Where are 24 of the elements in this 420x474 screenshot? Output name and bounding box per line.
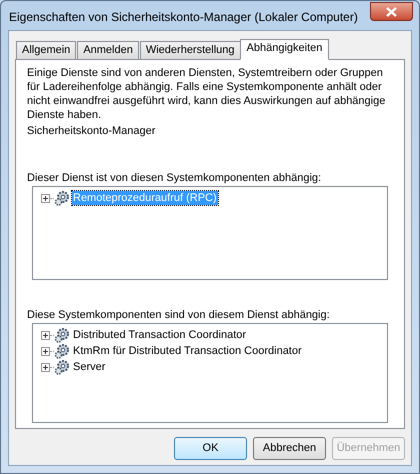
gears-icon xyxy=(54,343,70,359)
section-label: Dieser Dienst ist von diesen Systemkomponenten abhängig: xyxy=(27,171,322,185)
expand-icon[interactable] xyxy=(41,346,50,356)
tab[interactable]: Anmelden xyxy=(77,41,139,59)
expand-icon[interactable] xyxy=(41,362,50,372)
tab[interactable]: Allgemein xyxy=(16,41,76,59)
dialog-button[interactable]: Abbrechen xyxy=(253,437,326,460)
close-button[interactable] xyxy=(370,2,413,21)
service-name: Sicherheitskonto-Manager xyxy=(27,124,156,138)
close-icon xyxy=(386,6,397,16)
description-text: Einige Dienste sind von anderen Diensten, Systemtreibern oder Gruppen für Ladereihenfolge abhängig. Falls eine Systemkomponente anhält oder nicht einwandfrei ausgeführt wird, kann dies Auswirkungen auf abhängige Dienste haben. xyxy=(27,66,386,122)
tree-item[interactable]: KtmRm für Distributed Transaction Coordinator xyxy=(72,344,303,358)
section-label: Diese Systemkomponenten sind von diesem Dienst abhängig: xyxy=(27,308,331,322)
tree-item[interactable]: Server xyxy=(72,360,106,374)
tab[interactable]: Abhängigkeiten xyxy=(240,39,330,60)
gears-icon xyxy=(54,327,70,343)
tree-item[interactable]: Distributed Transaction Coordinator xyxy=(72,328,248,342)
tab[interactable]: Wiederherstellung xyxy=(140,41,241,59)
gears-icon xyxy=(54,359,70,375)
dialog-button[interactable]: OK xyxy=(174,437,247,460)
window-title: Eigenschaften von Sicherheitskonto-Manager (Lokaler Computer) xyxy=(9,9,358,26)
expand-icon[interactable] xyxy=(41,194,50,202)
gears-icon xyxy=(54,190,70,206)
expand-icon[interactable] xyxy=(41,330,50,340)
